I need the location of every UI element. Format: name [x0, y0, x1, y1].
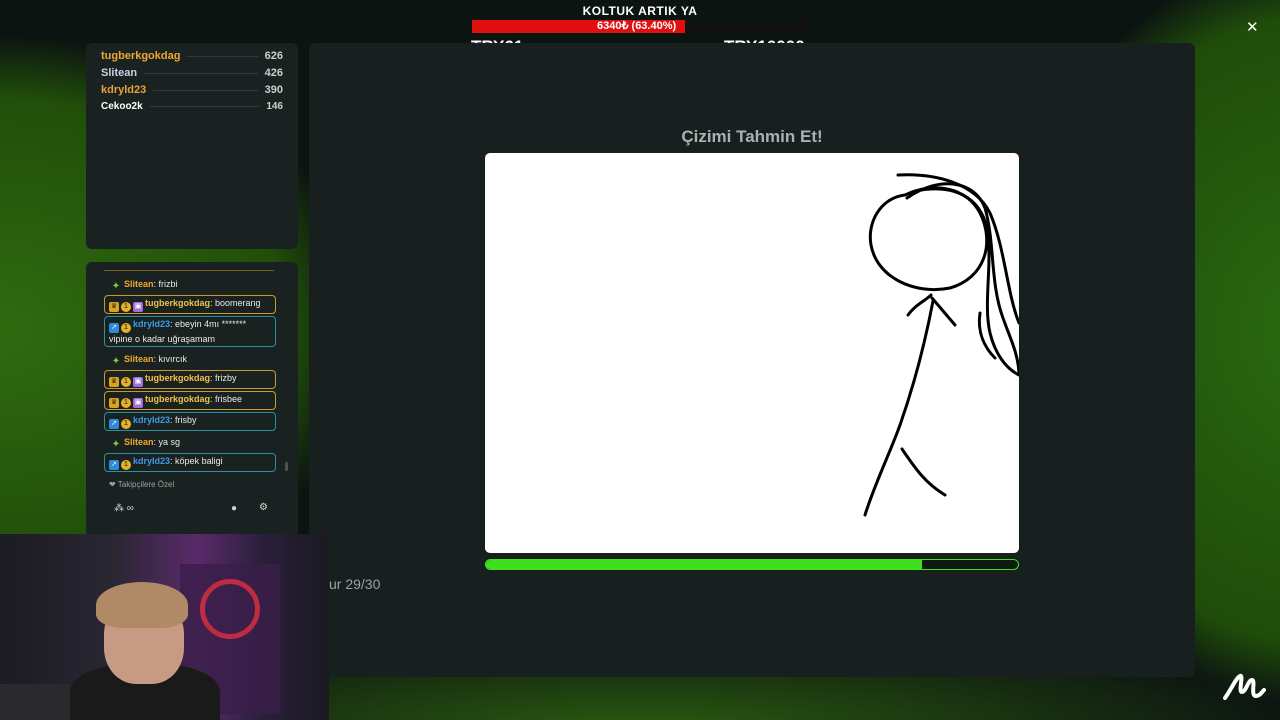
chat-text: frisbee [215, 394, 243, 404]
scoreboard-score: 426 [264, 67, 283, 79]
goal-title: KOLTUK ARTIK YA [582, 4, 698, 18]
coin-icon: 1 [121, 302, 131, 312]
gift-icon: ▣ [133, 398, 143, 408]
game-title: Çizimi Tahmin Et! [681, 127, 823, 146]
chat-username: Slitean [124, 354, 154, 364]
coin-icon: 1 [121, 419, 131, 429]
chat-text: köpek baligi [175, 456, 223, 466]
chat-username: tugberkgokdag [145, 298, 211, 308]
coin-icon: 1 [121, 460, 131, 470]
chat-message: ♛ 1 ▣ tugberkgokdag: frisbee [104, 391, 276, 410]
chat-text: boomerang [215, 298, 261, 308]
chat-message: ✦ Slitean: ya sg [111, 437, 181, 450]
heart-icon: ❤ [109, 480, 116, 489]
scoreboard-score: 626 [264, 50, 283, 62]
chat-username: tugberkgokdag [145, 394, 211, 404]
chat-message: ➚ 1 kdryld23: frisby [104, 412, 276, 431]
arrow-icon: ➚ [109, 419, 119, 429]
close-icon[interactable]: ✕ [1246, 18, 1259, 36]
chat-mode-text: Takipçilere Özel [117, 480, 175, 489]
sparkle-icon: ✦ [111, 281, 121, 292]
timer-bar [485, 559, 1019, 570]
goal-progress-bar: 6340₺ (63.40%) [472, 20, 808, 33]
coin-icon: 1 [121, 377, 131, 387]
scoreboard-score: 390 [264, 84, 283, 96]
viewer-count: ∞ [126, 503, 134, 514]
scoreboard-name: kdryld23 [101, 84, 147, 96]
scoreboard-score: 146 [266, 100, 283, 112]
sparkle-icon: ✦ [111, 356, 121, 367]
timer-fill [486, 560, 923, 569]
chat-username: kdryld23 [133, 415, 171, 425]
scoreboard-row: kdryld23 390 [101, 82, 283, 98]
chat-message: ♛ 1 ▣ tugberkgokdag: boomerang [104, 295, 276, 314]
scoreboard-row: tugberkgokdag 626 [101, 48, 283, 64]
webcam-feed [0, 534, 329, 720]
chat-mode-label: ❤ Takipçilere Özel [109, 480, 174, 489]
chat-username: Slitean [124, 437, 154, 447]
users-icon: ⁂ [114, 503, 124, 514]
scoreboard-row: Cekoo2k 146 [101, 98, 283, 114]
chat-text: kıvırcık [158, 354, 188, 364]
chat-username: kdryld23 [133, 319, 171, 329]
sparkle-icon: ✦ [111, 439, 121, 450]
chat-username: tugberkgokdag [145, 373, 211, 383]
gift-icon: ▣ [133, 302, 143, 312]
drawing-canvas[interactable] [485, 153, 1019, 553]
webcam-person-hair [96, 582, 188, 628]
scoreboard-name: tugberkgokdag [101, 50, 181, 62]
scoreboard-name: Cekoo2k [101, 100, 143, 112]
gear-icon[interactable]: ⚙ [259, 502, 268, 513]
chat-divider [104, 270, 274, 271]
chat-message: ➚ 1 kdryld23: köpek baligi [104, 453, 276, 472]
scoreboard-divider [149, 105, 260, 107]
squiggle-logo-icon [1223, 674, 1266, 700]
chat-message: ➚ 1 kdryld23: ebeyin 4mı ******* vipine o … [104, 316, 276, 347]
crown-icon: ♛ [109, 377, 119, 387]
coin-icon: 1 [121, 323, 131, 333]
crown-icon: ♛ [109, 302, 119, 312]
arrow-icon: ➚ [109, 323, 119, 333]
scoreboard-divider [187, 55, 258, 57]
scoreboard-divider [144, 72, 258, 74]
viewers-button[interactable]: ⁂ ∞ [114, 503, 134, 514]
scoreboard-row: Slitean 426 [101, 65, 283, 81]
chat-username: kdryld23 [133, 456, 171, 466]
round-label: ur 29/30 [329, 576, 381, 592]
drawing-sketch [863, 173, 1019, 517]
scoreboard-panel: tugberkgokdag 626 Slitean 426 kdryld23 3… [86, 43, 298, 249]
chat-username: Slitean [124, 279, 154, 289]
chat-message: ✦ Slitean: kıvırcık [111, 354, 188, 367]
chat-scrollbar[interactable] [285, 462, 288, 471]
crown-icon: ♛ [109, 398, 119, 408]
chat-message: ♛ 1 ▣ tugberkgokdag: frizby [104, 370, 276, 389]
chat-text: frizby [215, 373, 237, 383]
webcam-ring-light [200, 579, 260, 639]
coin-icon: 1 [121, 398, 131, 408]
chat-text: frisby [175, 415, 197, 425]
scoreboard-divider [153, 89, 258, 91]
chat-text: frizbi [158, 279, 178, 289]
gift-icon: ▣ [133, 377, 143, 387]
arrow-icon: ➚ [109, 460, 119, 470]
chat-text: ya sg [158, 437, 181, 447]
scoreboard-name: Slitean [101, 67, 138, 79]
chat-message: ✦ Slitean: frizbi [111, 279, 178, 292]
goal-progress-text: 6340₺ (63.40%) [597, 20, 677, 32]
chat-bubble-icon[interactable]: ● [231, 503, 237, 514]
